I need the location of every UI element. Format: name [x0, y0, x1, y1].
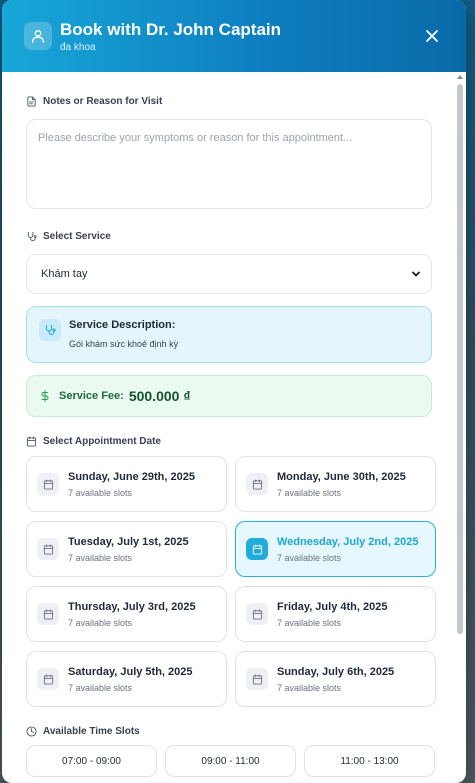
- date-card[interactable]: Friday, July 4th, 2025 7 available slots: [235, 586, 436, 642]
- notes-label: Notes or Reason for Visit: [26, 96, 432, 107]
- modal-header: Book with Dr. John Captain đa khoa: [2, 0, 466, 72]
- date-name: Sunday, June 29th, 2025: [68, 470, 195, 483]
- date-slots: 7 available slots: [277, 552, 342, 563]
- date-name: Friday, July 4th, 2025: [277, 600, 388, 613]
- date-card-selected[interactable]: Wednesday, July 2nd, 2025 7 available sl…: [235, 521, 436, 577]
- service-fee-value: 500.000 ₫: [128, 388, 191, 404]
- service-description-title: Service Description:: [69, 319, 176, 331]
- calendar-icon: [37, 668, 59, 690]
- calendar-icon: [246, 538, 268, 560]
- date-name: Thursday, July 3rd, 2025: [68, 600, 196, 613]
- date-card[interactable]: Tuesday, July 1st, 2025 7 available slot…: [26, 521, 227, 577]
- calendar-icon: [37, 603, 59, 625]
- calendar-icon: [246, 668, 268, 690]
- calendar-icon: [26, 436, 37, 447]
- date-name: Monday, June 30th, 2025: [277, 470, 406, 483]
- scrollbar-thumb[interactable]: [457, 84, 463, 634]
- modal-body: Notes or Reason for Visit Please describ…: [2, 72, 456, 783]
- user-icon: [24, 22, 52, 50]
- service-select[interactable]: Khám tay: [26, 254, 432, 294]
- service-selected-value: Khám tay: [41, 268, 88, 280]
- service-fee-label: Service Fee:: [59, 390, 124, 402]
- date-grid: Sunday, June 29th, 2025 7 available slot…: [26, 456, 436, 707]
- chevron-down-icon: [412, 271, 420, 277]
- close-icon: [426, 30, 438, 42]
- time-slot-grid: 07:00 - 09:00 09:00 - 11:00 11:00 - 13:0…: [26, 745, 435, 777]
- date-card[interactable]: Saturday, July 5th, 2025 7 available slo…: [26, 651, 227, 707]
- doctor-specialty: đa khoa: [60, 41, 96, 53]
- time-slot-button[interactable]: 11:00 - 13:00: [304, 745, 435, 777]
- booking-modal: Book with Dr. John Captain đa khoa Notes…: [2, 0, 466, 783]
- calendar-icon: [37, 473, 59, 495]
- date-slots: 7 available slots: [277, 682, 342, 693]
- stethoscope-icon: [39, 319, 61, 341]
- date-slots: 7 available slots: [68, 552, 133, 563]
- date-name: Wednesday, July 2nd, 2025: [277, 535, 419, 548]
- service-description-box: Service Description: Gói khám sức khoẻ đ…: [26, 306, 432, 363]
- date-name: Tuesday, July 1st, 2025: [68, 535, 189, 548]
- date-slots: 7 available slots: [68, 617, 133, 628]
- calendar-icon: [37, 538, 59, 560]
- clock-icon: [26, 726, 37, 737]
- date-slots: 7 available slots: [277, 617, 342, 628]
- date-slots: 7 available slots: [277, 487, 342, 498]
- calendar-icon: [246, 473, 268, 495]
- service-fee-box: Service Fee: 500.000 ₫: [26, 375, 432, 417]
- scrollbar[interactable]: [456, 72, 464, 783]
- notes-textarea[interactable]: Please describe your symptoms or reason …: [26, 119, 432, 209]
- date-slots: 7 available slots: [68, 682, 133, 693]
- time-slot-button[interactable]: 07:00 - 09:00: [26, 745, 157, 777]
- date-name: Saturday, July 5th, 2025: [68, 665, 193, 678]
- service-label: Select Service: [26, 231, 432, 242]
- modal-title: Book with Dr. John Captain: [60, 19, 282, 39]
- time-slot-button[interactable]: 09:00 - 11:00: [165, 745, 296, 777]
- date-card[interactable]: Thursday, July 3rd, 2025 7 available slo…: [26, 586, 227, 642]
- scroll-up-arrow-icon[interactable]: [457, 74, 463, 80]
- time-slots-label: Available Time Slots: [26, 726, 432, 737]
- date-name: Sunday, July 6th, 2025: [277, 665, 395, 678]
- date-card[interactable]: Sunday, July 6th, 2025 7 available slots: [235, 651, 436, 707]
- stethoscope-icon: [27, 231, 37, 242]
- date-slots: 7 available slots: [68, 487, 133, 498]
- close-button[interactable]: [424, 28, 440, 44]
- calendar-icon: [246, 603, 268, 625]
- notes-placeholder: Please describe your symptoms or reason …: [38, 132, 353, 144]
- date-label: Select Appointment Date: [26, 436, 432, 447]
- date-card[interactable]: Sunday, June 29th, 2025 7 available slot…: [26, 456, 227, 512]
- document-icon: [27, 96, 36, 107]
- service-description-text: Gói khám sức khoẻ định kỳ: [69, 339, 179, 349]
- date-card[interactable]: Monday, June 30th, 2025 7 available slot…: [235, 456, 436, 512]
- dollar-icon: [41, 390, 49, 402]
